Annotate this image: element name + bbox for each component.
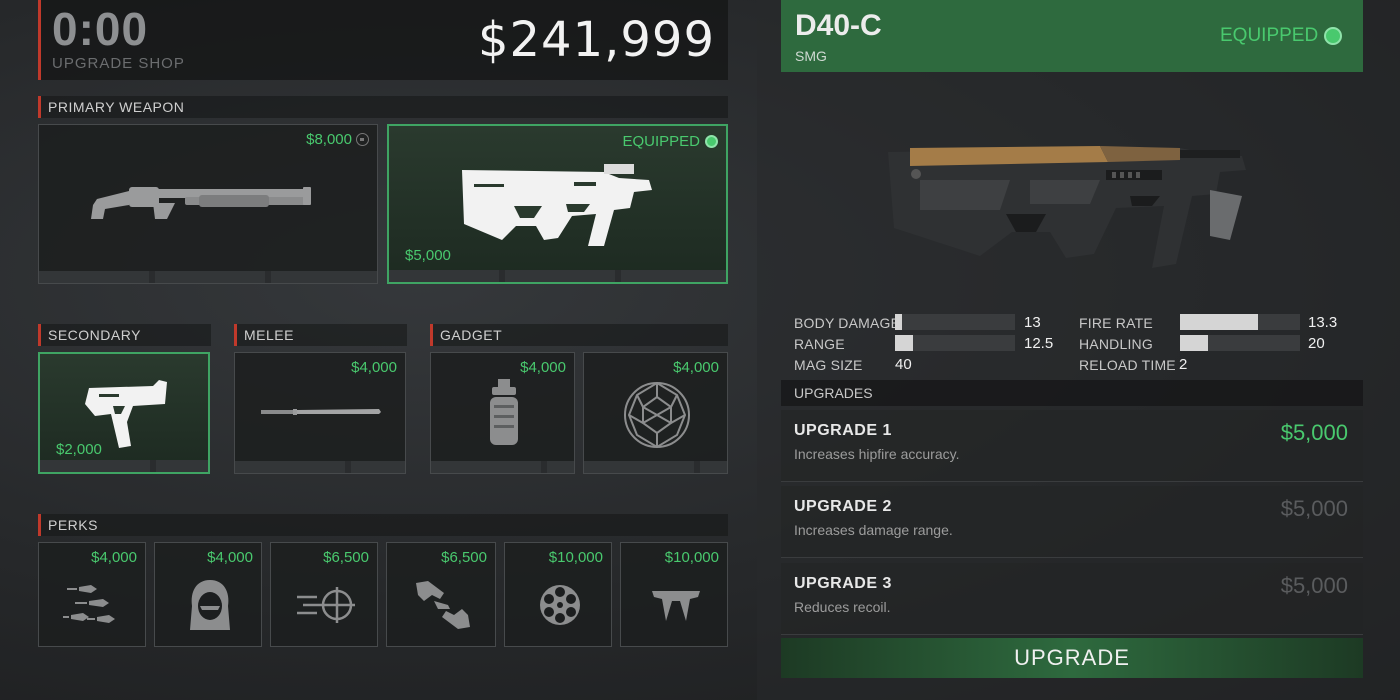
card-strip xyxy=(584,461,727,473)
smg-d40c-icon xyxy=(449,158,669,253)
weapon-class: SMG xyxy=(795,48,827,64)
shop-title: UPGRADE SHOP xyxy=(52,55,185,72)
upgrade-3-price: $5,000 xyxy=(1280,573,1348,598)
perk-4-price: $6,500 xyxy=(441,549,487,566)
melee-price: $4,000 xyxy=(351,359,397,376)
weapon-equipped-tag: EQUIPPED xyxy=(1220,25,1343,47)
upgrade-3-desc: Reduces recoil. xyxy=(794,599,891,615)
stat-handling-bar xyxy=(1180,335,1300,351)
perk-card-2[interactable]: $4,000 xyxy=(154,542,262,647)
perk-2-price: $4,000 xyxy=(207,549,253,566)
perk-card-6[interactable]: $10,000 xyxy=(620,542,728,647)
crosshair-dash-icon xyxy=(291,573,361,637)
fangs-icon xyxy=(641,571,711,639)
perk-3-price: $6,500 xyxy=(323,549,369,566)
stat-mag-size-label: MAG SIZE xyxy=(794,357,863,373)
stat-handling-fill xyxy=(1180,335,1208,351)
stat-handling-label: HANDLING xyxy=(1079,336,1153,352)
perk-1-price: $4,000 xyxy=(91,549,137,566)
perk-card-1[interactable]: $4,000 xyxy=(38,542,146,647)
stat-range-bar xyxy=(895,335,1015,351)
perk-card-3[interactable]: $6,500 xyxy=(270,542,378,647)
upgrade-1-row[interactable]: UPGRADE 1 Increases hipfire accuracy. $5… xyxy=(781,410,1363,482)
melee-card[interactable]: $4,000 xyxy=(234,352,406,474)
stat-fire-rate-value: 13.3 xyxy=(1308,314,1338,331)
equipped-tag: EQUIPPED xyxy=(622,133,718,150)
stat-body-damage-fill xyxy=(895,314,903,330)
stat-range-fill xyxy=(895,335,913,351)
stat-fire-rate-bar xyxy=(1180,314,1300,330)
gadget-2-price: $4,000 xyxy=(673,359,719,376)
hand-exchange-icon xyxy=(407,571,479,639)
gadget-card-2[interactable]: $4,000 xyxy=(583,352,728,474)
upgrade-1-title: UPGRADE 1 xyxy=(794,422,892,439)
upgrade-1-desc: Increases hipfire accuracy. xyxy=(794,446,960,462)
section-perks: PERKS xyxy=(38,514,728,536)
upgrade-3-title: UPGRADE 3 xyxy=(794,575,892,592)
katana-icon xyxy=(255,397,387,427)
weapon-name: D40-C xyxy=(795,9,882,42)
weapon-preview-image xyxy=(880,140,1260,275)
shotgun-price: $8,000 xyxy=(306,131,369,148)
stat-reload-time-label: RELOAD TIME xyxy=(1079,357,1176,373)
stat-handling-value: 20 xyxy=(1308,335,1325,352)
stat-range-value: 12.5 xyxy=(1024,335,1054,352)
perk-card-4[interactable]: $6,500 xyxy=(386,542,496,647)
upgrade-2-row[interactable]: UPGRADE 2 Increases damage range. $5,000 xyxy=(781,486,1363,558)
machine-pistol-icon xyxy=(76,372,176,452)
smg-price: $5,000 xyxy=(405,247,451,264)
equipped-dot-icon xyxy=(705,135,718,148)
upgrades-header: UPGRADES xyxy=(781,380,1363,406)
upgrade-2-desc: Increases damage range. xyxy=(794,522,953,538)
hooded-figure-icon xyxy=(175,571,245,639)
card-strip xyxy=(389,270,726,282)
secondary-pistol-card[interactable]: $2,000 xyxy=(38,352,210,474)
card-strip xyxy=(39,271,377,283)
primary-shotgun-card[interactable]: $8,000 xyxy=(38,124,378,284)
perk-6-price: $10,000 xyxy=(664,549,719,566)
stat-body-damage-bar xyxy=(895,314,1015,330)
gadget-card-1[interactable]: $4,000 xyxy=(430,352,575,474)
revolver-cylinder-icon xyxy=(525,571,595,639)
section-melee: MELEE xyxy=(234,324,407,346)
upgrade-button[interactable]: UPGRADE xyxy=(781,638,1363,678)
equipped-dot-icon xyxy=(1324,27,1343,45)
perk-5-price: $10,000 xyxy=(548,549,603,566)
stat-range-label: RANGE xyxy=(794,336,845,352)
card-strip xyxy=(40,460,208,472)
section-secondary: SECONDARY xyxy=(38,324,211,346)
speed-bullets-icon xyxy=(59,573,129,637)
geodesic-dome-icon xyxy=(614,377,699,452)
upgrade-3-row[interactable]: UPGRADE 3 Reduces recoil. $5,000 xyxy=(781,563,1363,635)
shotgun-icon xyxy=(79,165,339,245)
section-gadget: GADGET xyxy=(430,324,728,346)
secondary-price: $2,000 xyxy=(56,441,102,458)
stat-fire-rate-label: FIRE RATE xyxy=(1079,315,1153,331)
stat-mag-size-value: 40 xyxy=(895,356,912,373)
primary-smg-card[interactable]: EQUIPPED $5,000 xyxy=(387,124,728,284)
section-primary-weapon: PRIMARY WEAPON xyxy=(38,96,728,118)
stat-reload-time-value: 2 xyxy=(1179,356,1188,373)
upgrade-2-price: $5,000 xyxy=(1280,496,1348,521)
gadget-1-price: $4,000 xyxy=(520,359,566,376)
grenade-icon xyxy=(471,377,536,452)
round-timer: 0:00 xyxy=(52,3,149,55)
stat-fire-rate-fill xyxy=(1180,314,1258,330)
perk-card-5[interactable]: $10,000 xyxy=(504,542,612,647)
card-strip xyxy=(431,461,574,473)
stat-body-damage-label: BODY DAMAGE xyxy=(794,315,901,331)
upgrade-1-price: $5,000 xyxy=(1280,420,1348,445)
upgrade-2-title: UPGRADE 2 xyxy=(794,498,892,515)
card-strip xyxy=(235,461,405,473)
stat-body-damage-value: 13 xyxy=(1024,314,1041,331)
money-balance: $241,999 xyxy=(477,12,715,68)
lock-icon xyxy=(356,133,369,146)
